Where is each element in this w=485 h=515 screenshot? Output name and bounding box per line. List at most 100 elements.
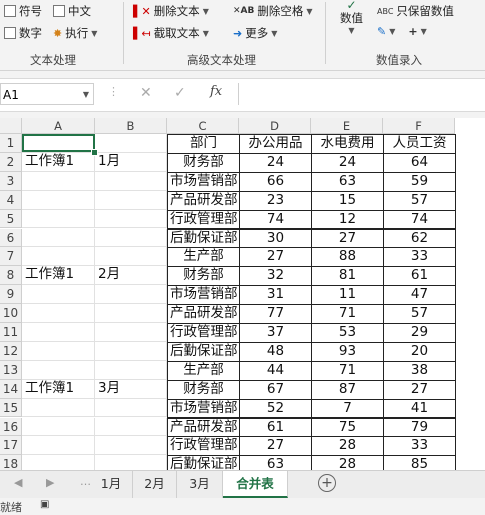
cell-b2[interactable]: 1月 — [95, 152, 167, 172]
row-header[interactable]: 4 — [0, 190, 22, 210]
row-header[interactable]: 6 — [0, 228, 22, 248]
cell-a9[interactable] — [22, 285, 95, 305]
cell-c10[interactable]: 产品研发部 — [167, 304, 240, 324]
row-header[interactable]: 2 — [0, 152, 22, 172]
cell-d2[interactable]: 24 — [239, 152, 312, 173]
cell-f17[interactable]: 33 — [383, 436, 456, 457]
cell-e17[interactable]: 28 — [311, 436, 384, 457]
cell-a12[interactable] — [22, 341, 95, 361]
cell-c15[interactable]: 市场营销部 — [167, 398, 240, 419]
cell-a14[interactable]: 工作簿1 — [22, 379, 95, 399]
cell-a8[interactable]: 工作簿1 — [22, 266, 95, 286]
cell-f14[interactable]: 27 — [383, 379, 456, 400]
cell-a10[interactable] — [22, 304, 95, 323]
cell-d9[interactable]: 31 — [239, 285, 312, 306]
cell-f7[interactable]: 33 — [383, 247, 456, 268]
cell-f6[interactable]: 62 — [383, 228, 456, 249]
cell-f9[interactable]: 47 — [383, 285, 456, 306]
row-header[interactable]: 14 — [0, 379, 22, 399]
cell-d5[interactable]: 74 — [239, 209, 312, 230]
cell-c17[interactable]: 行政管理部 — [167, 436, 240, 457]
tab-february[interactable]: 2月 — [133, 471, 177, 498]
row-header[interactable]: 1 — [0, 134, 22, 153]
add-sheet-icon[interactable]: + — [318, 474, 336, 492]
cell-f15[interactable]: 41 — [383, 398, 456, 419]
execute-button[interactable]: ✸ 执行 ▼ — [53, 25, 97, 41]
cell-b13[interactable] — [95, 360, 167, 380]
cell-b12[interactable] — [95, 341, 167, 361]
column-header[interactable]: B — [95, 118, 167, 134]
cell-a13[interactable] — [22, 360, 95, 380]
cell-d13[interactable]: 44 — [239, 360, 312, 381]
cell-a16[interactable] — [22, 417, 95, 437]
cell-b15[interactable] — [95, 398, 167, 418]
cell-c2[interactable]: 财务部 — [167, 152, 240, 173]
cell-e14[interactable]: 87 — [311, 379, 384, 400]
row-header[interactable]: 3 — [0, 171, 22, 191]
column-header[interactable]: E — [311, 118, 383, 134]
row-header[interactable]: 13 — [0, 360, 22, 380]
row-header[interactable]: 15 — [0, 398, 22, 418]
cell-b14[interactable]: 3月 — [95, 379, 167, 399]
cancel-icon[interactable]: ✕ — [140, 85, 152, 101]
cell-d11[interactable]: 37 — [239, 323, 312, 343]
cell-b9[interactable] — [95, 285, 167, 305]
row-header[interactable]: 11 — [0, 323, 22, 342]
more-button[interactable]: ➜ 更多 ▼ — [233, 25, 277, 41]
extract-text-button[interactable]: ▌↤ 截取文本 ▼ — [133, 25, 209, 41]
cell-b1[interactable] — [95, 134, 167, 153]
cell-b17[interactable] — [95, 436, 167, 456]
column-header[interactable]: A — [22, 118, 95, 134]
fx-icon[interactable]: fx — [210, 84, 222, 99]
row-header[interactable]: 7 — [0, 247, 22, 267]
cell-c7[interactable]: 生产部 — [167, 247, 240, 268]
row-header[interactable]: 5 — [0, 209, 22, 229]
chinese-checkbox[interactable] — [53, 5, 65, 17]
chinese-option[interactable]: 中文 — [53, 3, 91, 19]
cell-d3[interactable]: 66 — [239, 171, 312, 192]
cell-b10[interactable] — [95, 304, 167, 323]
cell-b7[interactable] — [95, 247, 167, 267]
cell-f12[interactable]: 20 — [383, 341, 456, 362]
cell-f11[interactable]: 29 — [383, 323, 456, 343]
cell-e8[interactable]: 81 — [311, 266, 384, 287]
tab-march[interactable]: 3月 — [177, 471, 223, 498]
cell-e9[interactable]: 11 — [311, 285, 384, 306]
cell-f13[interactable]: 38 — [383, 360, 456, 381]
cell-c11[interactable]: 行政管理部 — [167, 323, 240, 343]
cell-e7[interactable]: 88 — [311, 247, 384, 268]
cell-f4[interactable]: 57 — [383, 190, 456, 211]
cell-d18[interactable]: 63 — [239, 455, 312, 470]
cell-a17[interactable] — [22, 436, 95, 456]
cell-d1[interactable]: 办公用品 — [239, 134, 312, 154]
name-box[interactable]: A1 ▼ — [0, 83, 94, 105]
row-header[interactable]: 12 — [0, 341, 22, 361]
tab-january[interactable]: 1月 — [90, 471, 133, 498]
cell-a5[interactable] — [22, 209, 95, 229]
cell-a7[interactable] — [22, 247, 95, 267]
delete-space-button[interactable]: ✕AB 删除空格 ▼ — [233, 3, 313, 19]
macro-record-icon[interactable]: ▣ — [40, 499, 49, 510]
cell-a15[interactable] — [22, 398, 95, 418]
fill-handle[interactable] — [91, 149, 98, 156]
row-header[interactable]: 9 — [0, 285, 22, 305]
cell-c9[interactable]: 市场营销部 — [167, 285, 240, 306]
row-header[interactable]: 8 — [0, 266, 22, 286]
plus-icon[interactable]: + — [408, 25, 417, 38]
cell-e16[interactable]: 75 — [311, 417, 384, 438]
number-option[interactable]: 数字 — [4, 25, 42, 41]
cell-d14[interactable]: 67 — [239, 379, 312, 400]
tab-merged[interactable]: 合并表 — [223, 471, 288, 498]
cell-c3[interactable]: 市场营销部 — [167, 171, 240, 192]
cell-e18[interactable]: 28 — [311, 455, 384, 470]
cell-a11[interactable] — [22, 323, 95, 342]
cell-b6[interactable] — [95, 228, 167, 248]
cell-b8[interactable]: 2月 — [95, 266, 167, 286]
cell-f1[interactable]: 人员工资 — [383, 134, 456, 154]
cell-b4[interactable] — [95, 190, 167, 210]
cell-b18[interactable] — [95, 455, 167, 470]
symbol-option[interactable]: 符号 — [4, 3, 42, 19]
cell-e11[interactable]: 53 — [311, 323, 384, 343]
enter-icon[interactable]: ✓ — [174, 85, 186, 101]
chevron-down-icon[interactable]: ▼ — [83, 84, 89, 106]
